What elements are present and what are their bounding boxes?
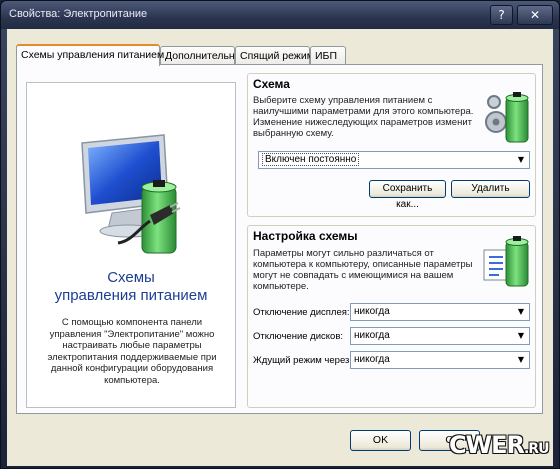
- battery-gears-icon: [485, 92, 529, 143]
- chevron-down-icon[interactable]: ▼: [514, 353, 528, 367]
- help-button[interactable]: ?: [490, 5, 513, 25]
- dialog-client-area: Схемы управления питанием Дополнительно …: [7, 29, 553, 466]
- tab-power-schemes[interactable]: Схемы управления питанием: [16, 44, 164, 66]
- disks-off-select[interactable]: никогда ▼: [350, 327, 530, 345]
- scheme-group-title: Схема: [253, 77, 290, 91]
- display-off-value: никогда: [354, 306, 390, 317]
- standby-value: никогда: [354, 354, 390, 365]
- scheme-group-description: Выберите схему управления питанием с наи…: [253, 95, 474, 139]
- watermark-text: CWER: [449, 431, 525, 459]
- tab-hibernate[interactable]: Спящий режим: [235, 46, 314, 65]
- info-panel: Схемы управления питанием С помощью комп…: [26, 82, 236, 408]
- panel-description: С помощью компонента панели управления "…: [47, 317, 217, 386]
- ok-button[interactable]: OK: [350, 430, 411, 451]
- chevron-down-icon[interactable]: ▼: [514, 305, 528, 319]
- disks-off-value: никогда: [354, 330, 390, 341]
- settings-group-title: Настройка схемы: [253, 229, 358, 243]
- window-title: Свойства: Электропитание: [9, 8, 148, 20]
- close-button[interactable]: ✕: [517, 5, 553, 25]
- tab-page: Схемы управления питанием С помощью комп…: [16, 64, 543, 414]
- tab-advanced[interactable]: Дополнительно: [160, 46, 241, 65]
- scheme-select-value: Включен постоянно: [262, 153, 360, 166]
- panel-title-line1: Схемы: [107, 269, 155, 286]
- chevron-down-icon[interactable]: ▼: [514, 153, 528, 167]
- scheme-select[interactable]: Включен постоянно ▼: [258, 151, 530, 169]
- battery-checklist-icon: [483, 236, 529, 287]
- standby-select[interactable]: никогда ▼: [350, 351, 530, 369]
- title-bar[interactable]: Свойства: Электропитание ? ✕: [1, 1, 559, 29]
- chevron-down-icon[interactable]: ▼: [514, 329, 528, 343]
- watermark-suffix: .RU: [523, 441, 549, 457]
- scheme-group: Схема Выберите схему управления питанием…: [247, 73, 536, 217]
- monitor-battery-icon: [81, 134, 181, 254]
- display-off-label: Отключение дисплея:: [253, 307, 350, 318]
- save-as-button[interactable]: Сохранить как...: [369, 180, 446, 210]
- disks-off-label: Отключение дисков:: [253, 331, 344, 342]
- watermark-logo: CWER.RU: [449, 431, 549, 459]
- tab-ups[interactable]: ИБП: [310, 46, 346, 65]
- display-off-select[interactable]: никогда ▼: [350, 303, 530, 321]
- panel-title: Схемы управления питанием: [27, 269, 235, 305]
- panel-title-line2: управления питанием: [54, 287, 208, 304]
- delete-button[interactable]: Удалить: [451, 180, 530, 198]
- settings-group-description: Параметры могут сильно различаться от ко…: [253, 248, 473, 292]
- dialog-window: Свойства: Электропитание ? ✕ Схемы управ…: [0, 0, 560, 469]
- standby-label: Ждущий режим через:: [253, 355, 353, 366]
- settings-group: Настройка схемы Параметры могут сильно р…: [247, 225, 536, 408]
